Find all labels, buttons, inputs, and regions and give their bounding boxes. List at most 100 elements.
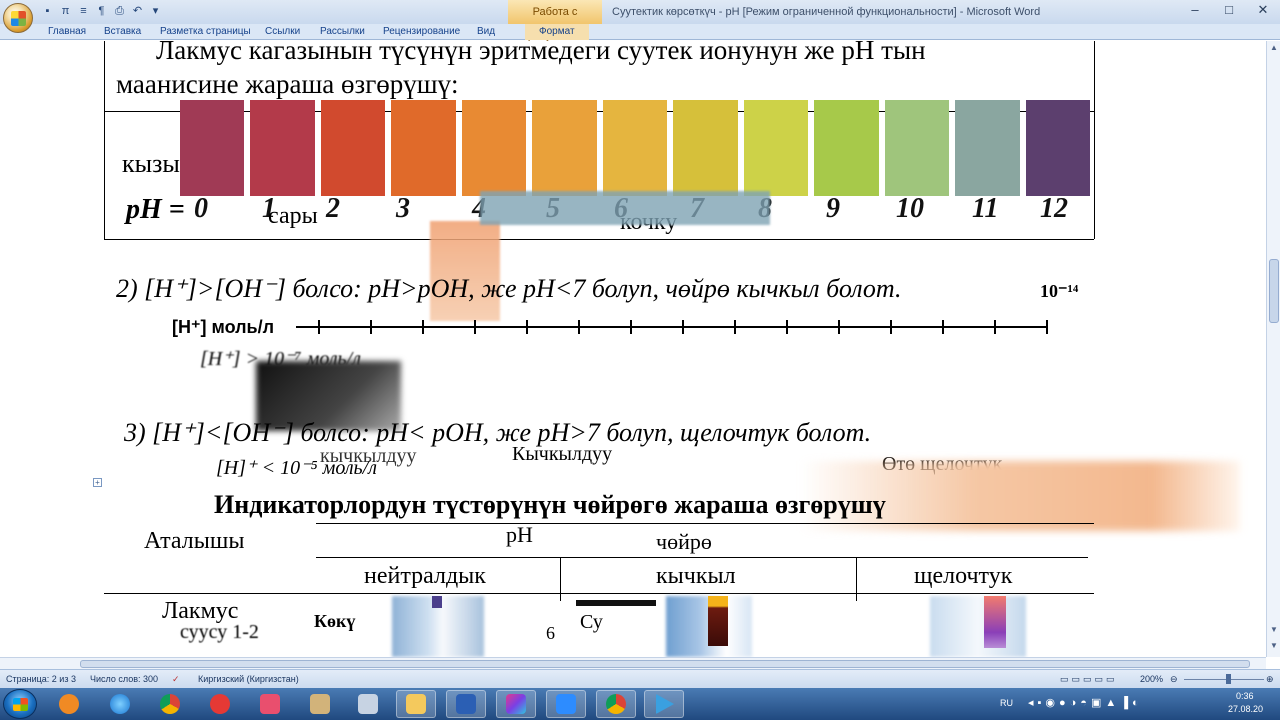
ph-indicator-strip-image[interactable]	[180, 100, 1091, 196]
taskbar-snipping-tool[interactable]	[250, 690, 290, 718]
axis-tick	[682, 320, 684, 334]
ph-number-11: 11	[972, 193, 999, 224]
axis-tick	[370, 320, 372, 334]
image-artifact	[480, 191, 770, 225]
zoom-level[interactable]: 200%	[1140, 674, 1163, 684]
ph-number-9: 9	[826, 193, 840, 224]
ph-number-12: 12	[1040, 193, 1068, 224]
calculator-icon	[358, 694, 378, 714]
ph-swatch-10	[884, 100, 950, 196]
axis-tick	[318, 320, 320, 334]
row-litmus-cell-2: 6	[546, 623, 555, 643]
col-ph-header: pH	[506, 522, 533, 547]
taskbar-chrome-2[interactable]	[596, 690, 636, 718]
system-tray: RU ◂▪◉●◑◓▣▲▐◐ 0:36 27.08.20	[1000, 688, 1280, 720]
ph-swatch-4	[461, 100, 527, 196]
minimize-button[interactable]: –	[1178, 0, 1212, 20]
windows-taskbar: RU ◂▪◉●◑◓▣▲▐◐ 0:36 27.08.20	[0, 688, 1280, 720]
pi-icon[interactable]: π	[58, 4, 73, 19]
clock-date[interactable]: 27.08.20	[1228, 704, 1263, 714]
zoom-out-icon[interactable]: ⊖	[1170, 674, 1178, 685]
taskbar-paint[interactable]	[300, 690, 340, 718]
taskbar-zoom[interactable]	[546, 690, 586, 718]
close-button[interactable]: ✕	[1246, 0, 1280, 20]
axis-label: [H⁺] моль/л	[172, 317, 275, 337]
taskbar-explorer[interactable]	[396, 690, 436, 718]
tab-home[interactable]: Главная	[48, 24, 86, 40]
ph-swatch-11	[955, 100, 1020, 196]
vertical-scroll-thumb[interactable]	[1269, 259, 1279, 323]
status-word-count[interactable]: Число слов: 300	[90, 674, 158, 684]
office-logo-icon	[11, 11, 26, 26]
tab-view[interactable]: Вид	[477, 24, 495, 40]
horizontal-scroll-thumb[interactable]	[80, 660, 1250, 668]
ph-swatch-5	[532, 100, 597, 196]
number-axis-line	[296, 326, 1048, 328]
image-artifact	[576, 600, 656, 606]
clock-time[interactable]: 0:36	[1236, 691, 1254, 701]
bullets-icon[interactable]: ≡	[76, 4, 91, 19]
tab-review[interactable]: Рецензирование	[383, 24, 460, 40]
tab-format[interactable]: Формат	[525, 24, 589, 40]
tab-references[interactable]: Ссылки	[265, 24, 300, 40]
taskbar-media-player[interactable]	[49, 690, 89, 718]
tube-liquid-blue-violet	[984, 596, 1006, 648]
scissors-icon	[260, 694, 280, 714]
taskbar-chrome[interactable]	[150, 690, 190, 718]
tab-mailings[interactable]: Рассылки	[320, 24, 365, 40]
save-icon[interactable]: ▪	[40, 4, 55, 19]
test-tube-photo-alkaline[interactable]	[930, 596, 1026, 657]
row-litmus-sub: суусу 1-2	[180, 621, 259, 643]
table-move-handle[interactable]: +	[93, 478, 102, 487]
scroll-down-icon[interactable]: ▼	[1269, 625, 1279, 635]
subcol-neutral: нейтралдык	[364, 563, 486, 589]
row-litmus-cell-3: Су	[580, 611, 603, 633]
status-page[interactable]: Страница: 2 из 3	[6, 674, 76, 684]
folder-icon	[406, 694, 426, 714]
taskbar-internet-explorer[interactable]	[100, 690, 140, 718]
taskbar-calculator[interactable]	[348, 690, 388, 718]
ribbon-tabs: Главная Вставка Разметка страницы Ссылки…	[0, 24, 1280, 40]
spellcheck-icon[interactable]: ✓	[172, 674, 180, 685]
tray-icons[interactable]: ◂▪◉●◑◓▣▲▐◐	[1028, 696, 1143, 709]
tab-insert[interactable]: Вставка	[104, 24, 141, 40]
next-page-icon[interactable]: ▼	[1269, 641, 1279, 651]
axis-tick	[630, 320, 632, 334]
horizontal-scrollbar[interactable]	[0, 657, 1266, 669]
taskbar-player[interactable]	[644, 690, 684, 718]
zoom-in-icon[interactable]: ⊕	[1266, 674, 1274, 685]
office-button[interactable]	[3, 3, 33, 33]
vertical-scrollbar[interactable]: ▲ ▼ ▼	[1266, 41, 1280, 657]
tab-page-layout[interactable]: Разметка страницы	[160, 24, 251, 40]
ph-number-10: 10	[896, 193, 924, 224]
taskbar-yandex[interactable]	[200, 690, 240, 718]
frag-red: кызы	[122, 149, 180, 178]
ph-number-2: 2	[326, 193, 340, 224]
tube-liquid-purple	[432, 596, 442, 608]
taskbar-word[interactable]	[446, 690, 486, 718]
maximize-button[interactable]: □	[1212, 0, 1246, 20]
customize-icon[interactable]: ▾	[148, 4, 163, 19]
col-name-header: Аталышы	[144, 528, 245, 554]
media-player-icon	[59, 694, 79, 714]
status-language[interactable]: Киргизский (Киргизстан)	[198, 674, 299, 684]
window-title: Суутектик көрсөткүч - pH [Режим ограниче…	[612, 6, 1041, 18]
play-icon	[656, 694, 674, 714]
document-area[interactable]: Лакмус кагазынын түсүнүн эритмедеги суут…	[0, 41, 1266, 657]
yandex-icon	[210, 694, 230, 714]
windows-logo-icon	[13, 698, 28, 711]
start-button[interactable]	[3, 689, 37, 719]
pilcrow-icon[interactable]: ¶	[94, 4, 109, 19]
table-title: Индикаторлордун түстөрүнүн чөйрөгө жараш…	[214, 490, 886, 519]
zoom-slider[interactable]	[1184, 679, 1264, 680]
view-buttons[interactable]: ▭▭▭▭▭	[1060, 674, 1118, 685]
print-preview-icon[interactable]: ⎙	[112, 4, 127, 19]
scroll-up-icon[interactable]: ▲	[1269, 43, 1279, 53]
case-3-text: 3) [H⁺]<[OH⁻] болсо: pH< pOH, же pH>7 бо…	[124, 418, 872, 447]
taskbar-app-gem[interactable]	[496, 690, 536, 718]
undo-icon[interactable]: ↶	[130, 4, 145, 19]
zoom-slider-thumb[interactable]	[1226, 674, 1231, 684]
language-indicator[interactable]: RU	[1000, 698, 1013, 708]
subcol-alkaline: щелочтук	[914, 563, 1013, 589]
chrome-icon	[160, 694, 180, 714]
